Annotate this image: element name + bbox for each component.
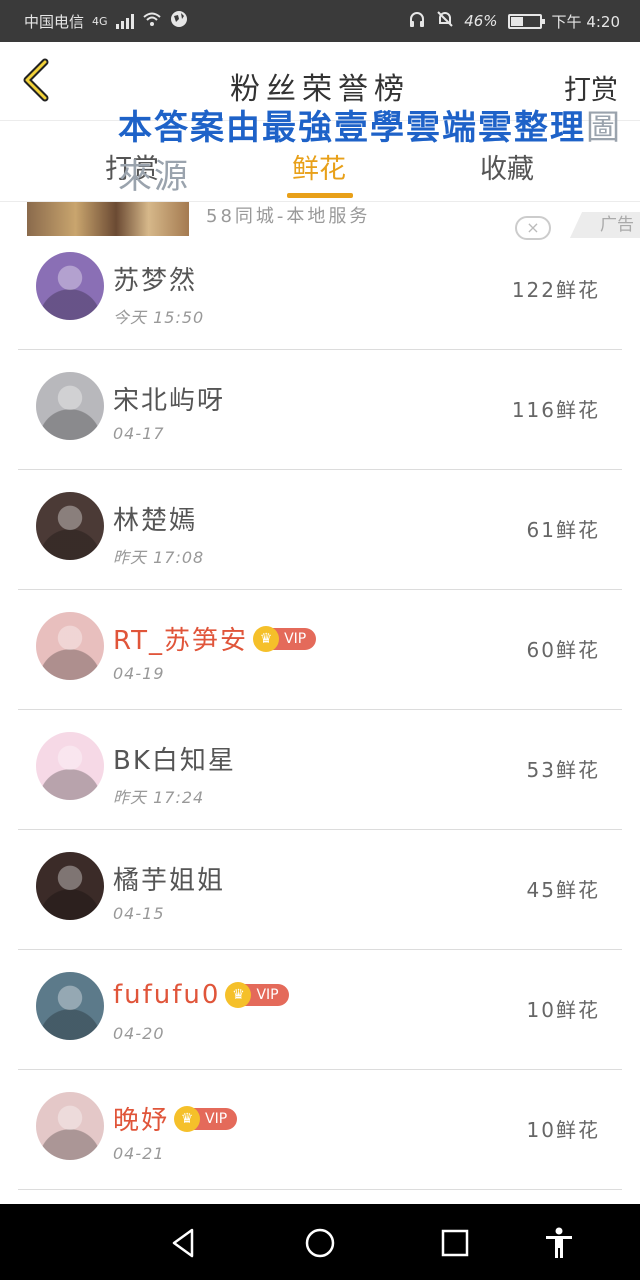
headphones-icon (408, 10, 426, 32)
nav-back-icon[interactable] (166, 1226, 200, 1260)
fan-name[interactable]: 宋北屿呀 (113, 380, 225, 417)
flower-count: 45鲜花 (526, 878, 600, 902)
system-nav-bar (0, 1204, 640, 1280)
battery-percent: 46% (464, 12, 498, 30)
watermark-main: 本答案由最強壹學雲端雲整理 (118, 108, 586, 148)
fan-name[interactable]: BK白知星 (113, 740, 236, 777)
vip-badge: ♛ VIP (225, 982, 289, 1008)
fan-time: 今天 15:50 (113, 308, 205, 327)
nav-recent-icon[interactable] (438, 1226, 472, 1260)
name-line: BK白知星 (113, 740, 236, 777)
fan-row[interactable]: BK白知星昨天 17:24 53鲜花 (18, 710, 622, 830)
vip-badge: ♛ VIP (174, 1105, 238, 1132)
wifi-icon (142, 11, 162, 31)
crown-icon: ♛ (174, 1105, 201, 1132)
status-right: 46% 下午 4:20 (408, 10, 620, 32)
name-line: 晚妤 ♛ VIP (113, 1100, 238, 1137)
carrier-label: 中国电信 (24, 12, 85, 31)
avatar[interactable] (36, 732, 104, 800)
mute-bell-icon (436, 10, 454, 32)
avatar[interactable] (36, 612, 104, 680)
flower-count: 61鲜花 (526, 518, 600, 542)
accessibility-icon[interactable] (542, 1226, 576, 1260)
name-line: 林楚嫣 (113, 500, 197, 537)
ad-text[interactable]: 58同城-本地服务 (206, 202, 370, 228)
fan-name[interactable]: RT_苏笋安 (113, 620, 248, 657)
avatar[interactable] (36, 252, 104, 320)
status-left: 中国电信 4G (24, 10, 188, 32)
avatar[interactable] (36, 852, 104, 920)
name-line: 苏梦然 (113, 260, 197, 297)
flower-count: 122鲜花 (511, 278, 600, 302)
fan-row[interactable]: 橘芋姐姐 04-15 45鲜花 (18, 830, 622, 950)
watermark-text: 本答案由最強壹學雲端雲整理圖來源 (118, 100, 640, 198)
fan-name[interactable]: 橘芋姐姐 (113, 860, 225, 897)
nav-home-icon[interactable] (303, 1226, 337, 1260)
fan-name[interactable]: 苏梦然 (113, 260, 197, 297)
fan-name[interactable]: 晚妤 (113, 1100, 169, 1137)
crown-icon: ♛ (225, 982, 252, 1008)
fan-row[interactable]: 林楚嫣昨天 17:08 61鲜花 (18, 470, 622, 590)
flower-count: 60鲜花 (526, 638, 600, 662)
name-line: RT_苏笋安 ♛ VIP (113, 620, 317, 657)
fan-row[interactable]: 宋北屿呀 04-17 116鲜花 (18, 350, 622, 470)
name-line: 宋北屿呀 (113, 380, 225, 417)
name-line: 橘芋姐姐 (113, 860, 225, 897)
fan-row[interactable]: fufufu0 ♛ VIP 04-20 10鲜花 (18, 950, 622, 1070)
name-line: fufufu0 ♛ VIP (113, 980, 289, 1010)
flower-count: 10鲜花 (526, 998, 600, 1022)
fan-row[interactable]: RT_苏笋安 ♛ VIP 04-19 60鲜花 (18, 590, 622, 710)
vip-badge: ♛ VIP (253, 625, 317, 652)
flower-count: 53鲜花 (526, 758, 600, 782)
vip-label: VIP (205, 1110, 228, 1127)
flower-count: 10鲜花 (526, 1118, 600, 1142)
fan-time: 04-21 (113, 1144, 165, 1163)
vip-label: VIP (256, 987, 279, 1003)
fan-time: 昨天 17:08 (113, 548, 205, 567)
fan-row[interactable]: 苏梦然今天 15:50 122鲜花 (18, 230, 622, 350)
status-bar: 中国电信 4G 46% 下午 4:20 (0, 0, 640, 42)
avatar[interactable] (36, 1092, 104, 1160)
clock: 下午 4:20 (551, 12, 620, 31)
crown-icon: ♛ (253, 625, 280, 652)
fan-time: 04-19 (113, 664, 165, 683)
avatar[interactable] (36, 492, 104, 560)
fan-name[interactable]: 林楚嫣 (113, 500, 197, 537)
battery-icon (507, 13, 545, 29)
globe-icon (170, 10, 188, 32)
network-label: 4G (92, 14, 108, 28)
flower-count: 116鲜花 (511, 398, 600, 422)
vip-label: VIP (284, 630, 307, 647)
avatar[interactable] (36, 372, 104, 440)
signal-icon (115, 13, 134, 29)
fan-row[interactable]: 晚妤 ♛ VIP 04-21 10鲜花 (18, 1070, 622, 1190)
avatar[interactable] (36, 972, 104, 1040)
fan-list: 苏梦然今天 15:50 122鲜花宋北屿呀 04-17 116鲜花林楚嫣昨天 17:0… (0, 230, 640, 1190)
fan-time: 04-17 (113, 424, 165, 443)
fan-time: 昨天 17:24 (113, 788, 205, 807)
fan-name[interactable]: fufufu0 (113, 980, 220, 1010)
fan-time: 04-15 (113, 904, 165, 923)
fan-time: 04-20 (113, 1024, 165, 1043)
